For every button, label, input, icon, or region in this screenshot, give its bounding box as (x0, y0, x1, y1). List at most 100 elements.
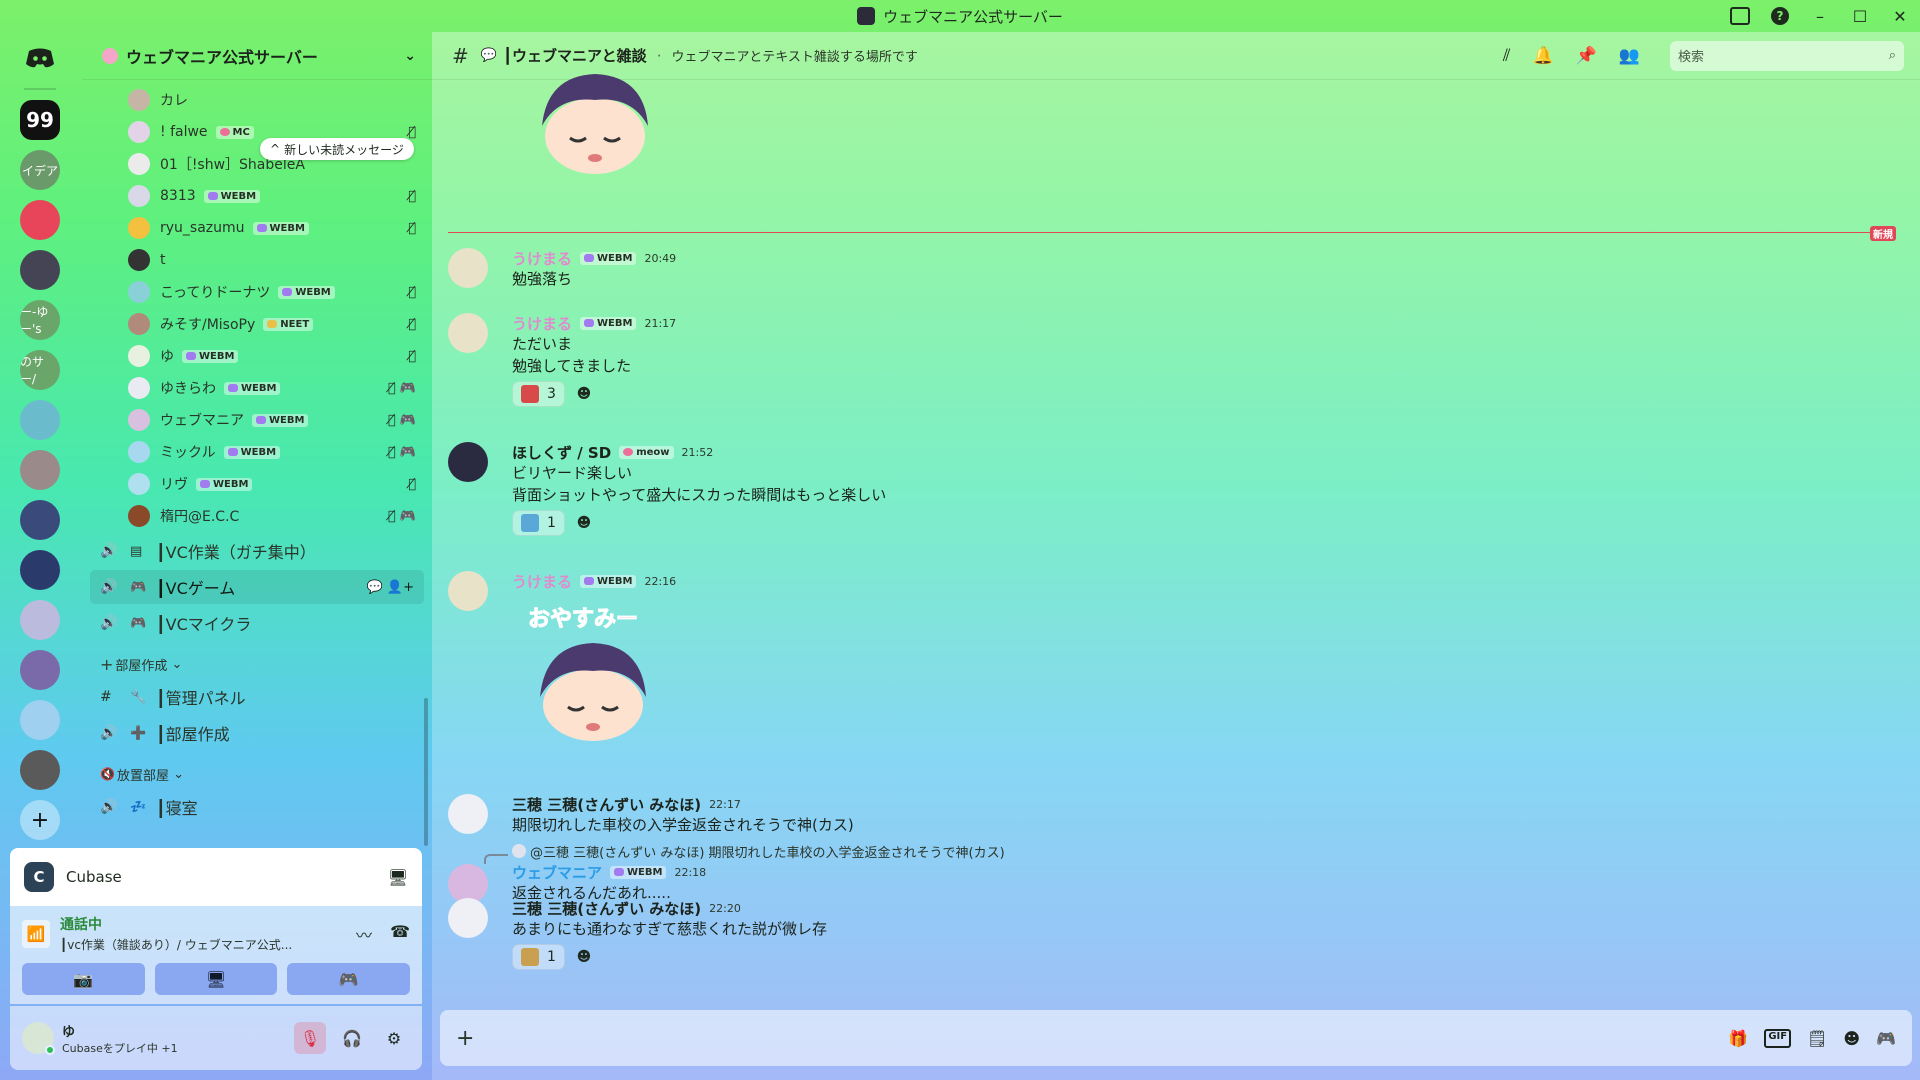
deafen-button[interactable]: 🎧 (336, 1022, 368, 1054)
category-room-create[interactable]: + 部屋作成 ⌄ (82, 650, 432, 678)
message-author[interactable]: 三穂 三穂(さんずい みなほ) (512, 794, 701, 815)
sticker-icon[interactable]: 🗒 (1807, 1029, 1827, 1048)
avatar[interactable] (448, 442, 488, 482)
add-reaction-button[interactable]: ☻ (571, 510, 597, 536)
reaction[interactable]: 1 (512, 944, 565, 970)
message[interactable]: 三穂 三穂(さんずい みなほ) 22:17 期限切れした車校の入学金返金されそう… (448, 794, 1888, 836)
avatar[interactable] (448, 794, 488, 834)
server-server-14[interactable] (20, 750, 60, 790)
message[interactable]: @三穂 三穂(さんずい みなほ) 期限切れした車校の入学金返金されそうで神(カス… (448, 842, 1888, 904)
new-unread-pill[interactable]: ^ 新しい未読メッセージ (260, 138, 414, 160)
server-idea[interactable]: イデア (20, 150, 60, 190)
message-author[interactable]: ほしくず / SD (512, 442, 611, 463)
settings-button[interactable]: ⚙ (378, 1022, 410, 1054)
close-button[interactable]: ✕ (1880, 0, 1920, 32)
mute-button[interactable]: 🎙 (294, 1022, 326, 1054)
server-server-13[interactable] (20, 700, 60, 740)
noise-suppression-icon[interactable]: 〰 (356, 922, 372, 946)
sticker-image[interactable] (532, 66, 658, 176)
bell-icon[interactable]: 🔔 (1532, 46, 1553, 66)
gift-icon[interactable]: 🎁 (1728, 1029, 1748, 1048)
voice-channel-name[interactable]: ┃vc作業（雑談あり）/ ウェブマニア公式... (60, 936, 292, 953)
guild-header[interactable]: ウェブマニア公式サーバー ⌄ (82, 32, 432, 80)
voice-member[interactable]: ゆ WEBM 🎙̸ (82, 340, 432, 372)
pin-icon[interactable]: 📌 (1576, 46, 1597, 66)
disconnect-icon[interactable]: ☎ (390, 922, 410, 946)
message[interactable]: ほしくず / SD meow 21:52 ビリヤード楽しい 背面ショットやって盛… (448, 442, 1888, 536)
add-reaction-button[interactable]: ☻ (571, 944, 597, 970)
emoji-icon[interactable]: ☻ (1843, 1029, 1860, 1048)
voice-member[interactable]: ミックル WEBM 🎙̸ 🎮 (82, 436, 432, 468)
message[interactable]: 三穂 三穂(さんずい みなほ) 22:20 あまりにも通わなすぎて慈悲くれた説が… (448, 898, 1888, 970)
attach-plus-icon[interactable]: + (456, 1026, 474, 1051)
voice-member[interactable]: t (82, 244, 432, 276)
message[interactable]: うけまる WEBM 21:17 ただいま 勉強してきました 3 ☻ (448, 313, 1888, 407)
server-server-5[interactable]: ー-ゆー's (20, 300, 60, 340)
message-author[interactable]: 三穂 三穂(さんずい みなほ) (512, 898, 701, 919)
add-reaction-button[interactable]: ☻ (571, 381, 597, 407)
message[interactable]: うけまる WEBM 22:16 おやすみー (448, 571, 1888, 749)
direct-messages-button[interactable] (20, 38, 60, 78)
server-server-6[interactable]: のサー/ (20, 350, 60, 390)
activity-button[interactable]: 🎮 (287, 963, 411, 995)
members-icon[interactable]: 👥 (1619, 46, 1640, 66)
minimize-button[interactable]: – (1800, 0, 1840, 32)
channel-item[interactable]: 🔊 💤 ┃寝室 (90, 790, 424, 824)
screen-share-icon[interactable]: 🖥 (388, 868, 408, 887)
inbox-button[interactable] (1720, 0, 1760, 32)
channel-item[interactable]: 🔊 🎮 ┃VCゲーム 💬 👤+ (90, 570, 424, 604)
message[interactable]: うけまる WEBM 20:49 勉強落ち (448, 248, 1888, 290)
voice-member[interactable]: 8313 WEBM 🎙̸ (82, 180, 432, 212)
message-author[interactable]: うけまる (512, 313, 572, 334)
avatar[interactable] (448, 248, 488, 288)
threads-icon[interactable]: ⫽ (1503, 46, 1511, 66)
voice-member[interactable]: ウェブマニア WEBM 🎙̸ 🎮 (82, 404, 432, 436)
help-button[interactable]: ? (1760, 0, 1800, 32)
server-server-11[interactable] (20, 600, 60, 640)
reaction[interactable]: 1 (512, 510, 565, 536)
server-discord[interactable] (20, 200, 60, 240)
voice-member[interactable]: みそす/MisoPy NEET 🎙̸ (82, 308, 432, 340)
reply-preview[interactable]: @三穂 三穂(さんずい みなほ) 期限切れした車校の入学金返金されそうで神(カス… (512, 842, 1888, 861)
server-server-7[interactable] (20, 400, 60, 440)
voice-member[interactable]: 楕円@E.C.C 🎙̸ 🎮 (82, 500, 432, 532)
sticker-image[interactable] (530, 637, 656, 745)
maximize-button[interactable]: ☐ (1840, 0, 1880, 32)
voice-member[interactable]: ゆきらわ WEBM 🎙̸ 🎮 (82, 372, 432, 404)
screen-share-button[interactable]: 🖥 (154, 963, 278, 995)
gif-icon[interactable]: GIF (1764, 1028, 1792, 1048)
message-author[interactable]: うけまる (512, 571, 572, 592)
avatar[interactable] (22, 1022, 55, 1055)
avatar[interactable] (448, 898, 488, 938)
server-quotes[interactable]: 99 (20, 100, 60, 140)
activity-card[interactable]: C Cubase 🖥 (10, 848, 422, 906)
avatar[interactable] (448, 313, 488, 353)
signal-icon[interactable]: 📶 (22, 919, 50, 948)
voice-member[interactable]: カレ (82, 84, 432, 116)
message-author[interactable]: うけまる (512, 248, 572, 269)
category-idle[interactable]: 🔇 放置部屋 ⌄ (82, 760, 432, 788)
server-server-12[interactable] (20, 650, 60, 690)
server-server-4[interactable] (20, 250, 60, 290)
message-composer[interactable]: + 🎁 GIF 🗒 ☻ 🎮 (440, 1010, 1912, 1066)
voice-member[interactable]: リヴ WEBM 🎙̸ (82, 468, 432, 500)
search-input[interactable]: 検索 ⌕ (1670, 40, 1904, 71)
voice-member[interactable]: ryu_sazumu WEBM 🎙̸ (82, 212, 432, 244)
channel-actions[interactable]: 💬 👤+ (367, 580, 414, 595)
add-server-button[interactable]: + (20, 800, 60, 840)
controller-icon[interactable]: 🎮 (1876, 1029, 1896, 1048)
voice-member[interactable]: こってりドーナツ WEBM 🎙̸ (82, 276, 432, 308)
channel-topic[interactable]: ウェブマニアとテキスト雑談する場所です (671, 46, 917, 65)
message-author[interactable]: ウェブマニア (512, 862, 602, 883)
avatar[interactable] (448, 571, 488, 611)
channel-item[interactable]: 🔊 ▤ ┃VC作業（ガチ集中） (90, 534, 424, 568)
server-server-9[interactable] (20, 500, 60, 540)
server-server-8[interactable] (20, 450, 60, 490)
server-server-10[interactable] (20, 550, 60, 590)
channel-item[interactable]: 🔊 ➕ ┃部屋作成 (90, 716, 424, 750)
channel-item[interactable]: # 🔧 ┃管理パネル (90, 680, 424, 714)
channel-item[interactable]: 🔊 🎮 ┃VCマイクラ (90, 606, 424, 640)
reaction[interactable]: 3 (512, 381, 565, 407)
sidebar-scrollbar[interactable] (424, 698, 428, 846)
camera-button[interactable]: 📷 (22, 963, 145, 995)
